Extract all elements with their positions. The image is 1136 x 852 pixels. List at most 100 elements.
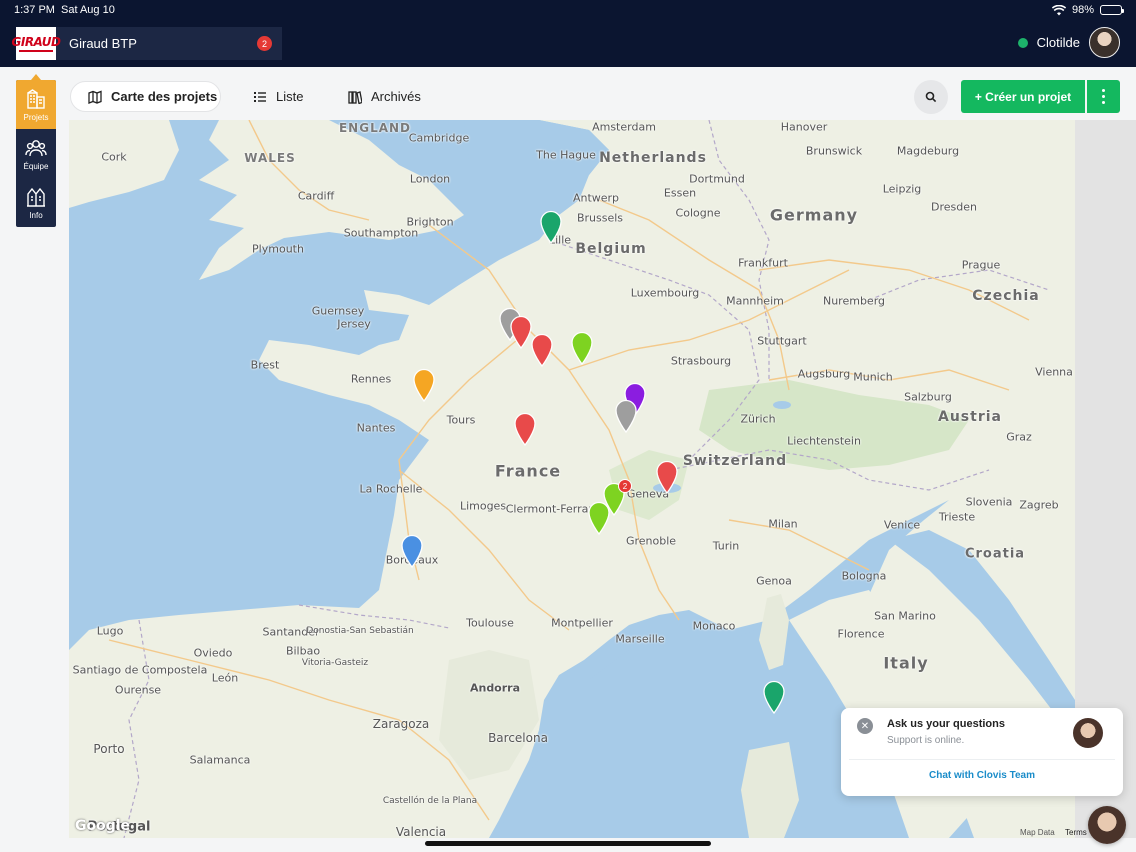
sidebar-item-info[interactable]: Info [16, 178, 56, 227]
project-pin[interactable] [530, 333, 554, 368]
company-switcher[interactable]: GIRAUD Giraud BTP 2 [12, 27, 282, 60]
map-label-country: Switzerland [682, 453, 788, 469]
map-label-city: Grenoble [625, 534, 677, 548]
map-data-link[interactable]: Map Data [1020, 828, 1055, 837]
project-pin[interactable] [412, 368, 436, 403]
pin-marker [615, 399, 637, 434]
map-label-country: Czechia [972, 288, 1040, 304]
map-label-city: Brussels [576, 211, 624, 225]
online-status-dot [1017, 37, 1028, 48]
google-logo: Google [75, 818, 131, 834]
sidebar-item-label: Projets [23, 112, 49, 122]
map-label-city: London [409, 172, 451, 186]
map-label-country: Belgium [575, 241, 647, 257]
map-label-city: Graz [1006, 430, 1032, 444]
status-date: Sat Aug 10 [61, 4, 115, 16]
buildings-icon [27, 88, 45, 109]
user-avatar[interactable] [1089, 27, 1120, 58]
tab-map[interactable]: Carte des projets [70, 81, 221, 112]
team-icon [25, 139, 47, 156]
divider [849, 759, 1115, 760]
user-menu[interactable]: Clotilde [1017, 27, 1120, 58]
map-label-city: Mannheim [726, 294, 784, 308]
map-label-region: ENGLAND [338, 121, 412, 135]
terms-link[interactable]: Terms [1065, 828, 1087, 837]
map-label-city: Essen [663, 186, 697, 200]
map-label-city: Toulouse [466, 616, 514, 630]
map-label-country: France [494, 461, 562, 481]
search-button[interactable] [914, 80, 948, 114]
project-pin[interactable] [587, 501, 611, 536]
map-label-country: Netherlands [599, 150, 707, 166]
company-logo-text: GIRAUD [11, 35, 62, 49]
home-indicator [425, 841, 711, 846]
map-label-city: Munich [853, 370, 893, 384]
map-label-city: Dortmund [689, 172, 745, 186]
project-pin[interactable] [539, 210, 563, 245]
map-label-city: Bologna [841, 569, 887, 583]
archive-icon [348, 90, 362, 104]
project-pin[interactable] [655, 460, 679, 495]
map-label-city: Genoa [756, 574, 792, 588]
map-label-city: Donostia-San Sebastián [306, 626, 414, 636]
map-label-city: Jersey [337, 317, 371, 331]
map-label-city: Vitoria-Gasteiz [301, 658, 369, 668]
map-label-city: Valencia [395, 825, 447, 838]
map-label-country: Liechtenstein [787, 434, 861, 448]
map-label-city: Vienna [1035, 365, 1073, 379]
map-label-city: Strasbourg [670, 354, 732, 368]
project-pin[interactable] [570, 331, 594, 366]
project-pin[interactable] [614, 399, 638, 434]
map-label-city: Limoges [459, 499, 507, 513]
project-pin[interactable] [513, 412, 537, 447]
close-icon[interactable]: ✕ [857, 718, 873, 734]
map-label-country: San Marino [874, 609, 936, 623]
map-label-city: Milan [768, 517, 798, 531]
pin-marker [656, 460, 678, 495]
map-label-city: Cambridge [408, 131, 470, 145]
map-label-city: Stuttgart [757, 334, 807, 348]
map-label-city: Ourense [114, 683, 162, 697]
map-label-city: The Hague [536, 148, 596, 162]
map-label-country: Germany [769, 205, 859, 225]
map-label-city: La Rochelle [359, 482, 423, 496]
pin-marker [510, 315, 532, 350]
more-dot [1102, 89, 1105, 92]
chat-launcher-avatar[interactable] [1088, 806, 1126, 844]
status-time: 1:37 PM [14, 4, 55, 16]
map-label-country: Luxembourg [630, 286, 700, 300]
map-label-country: Italy [883, 653, 929, 673]
map-label-city: Barcelona [488, 731, 548, 745]
tab-label: Liste [276, 89, 304, 104]
top-navbar: 1:37 PM Sat Aug 10 98% GIRAUD Giraud BTP… [0, 0, 1136, 67]
sidebar-item-equipe[interactable]: Équipe [16, 129, 56, 178]
pin-marker [531, 333, 553, 368]
chat-with-team-button[interactable]: Chat with Clovis Team [841, 770, 1123, 781]
more-options-button[interactable] [1087, 80, 1120, 113]
map-label-country: Austria [938, 409, 1002, 425]
project-pin[interactable] [400, 534, 424, 569]
map-label-city: Castellón de la Plana [382, 796, 478, 806]
tab-list[interactable]: Liste [253, 81, 303, 112]
map-label-city: Plymouth [252, 242, 304, 256]
tab-label: Carte des projets [111, 89, 218, 104]
sidebar-item-label: Info [29, 210, 43, 220]
map-label-city: Zaragoza [372, 717, 430, 731]
map-label-city: Augsburg [797, 367, 851, 381]
support-agent-avatar [1073, 718, 1103, 748]
sidebar-item-projets[interactable]: Projets [16, 80, 56, 129]
map-label-city: Brunswick [805, 144, 863, 158]
pin-marker [540, 210, 562, 245]
map-label-city: Antwerp [572, 191, 620, 205]
notification-badge[interactable]: 2 [257, 36, 272, 51]
create-project-button[interactable]: + Créer un projet [961, 80, 1085, 113]
map-label-city: Magdeburg [896, 144, 960, 158]
map-label-city: Nuremberg [822, 294, 886, 308]
project-pin[interactable] [762, 680, 786, 715]
tab-archives[interactable]: Archivés [348, 81, 421, 112]
map-label-city: Turin [712, 539, 740, 553]
map-label-city: Florence [837, 627, 885, 641]
more-dot [1102, 95, 1105, 98]
pin-marker [514, 412, 536, 447]
map-label-city: Salamanca [189, 753, 251, 767]
